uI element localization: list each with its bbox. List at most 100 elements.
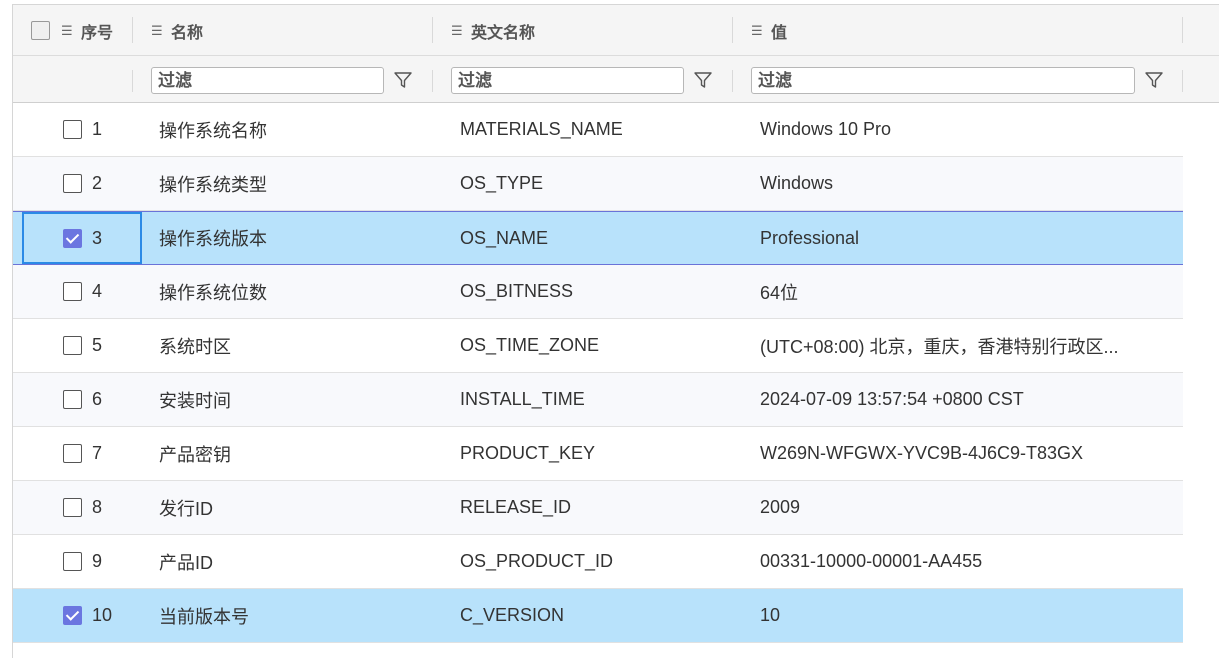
row-checkbox[interactable]: [63, 552, 82, 571]
table-row[interactable]: 5 系统时区 OS_TIME_ZONE (UTC+08:00) 北京，重庆，香港…: [13, 319, 1183, 373]
value-text: (UTC+08:00) 北京，重庆，香港特别行政区...: [760, 336, 1119, 357]
column-menu-icon[interactable]: ☰: [451, 23, 465, 39]
table-row[interactable]: 4 操作系统位数 OS_BITNESS 64位: [13, 265, 1183, 319]
value-text: Windows 10 Pro: [760, 119, 892, 139]
index-cell: 7: [63, 427, 102, 480]
index-cell: 1: [63, 103, 102, 156]
index-cell: 9: [63, 535, 102, 588]
index-cell: 3: [63, 212, 102, 264]
en-name-cell: PRODUCT_KEY: [460, 443, 596, 463]
row-checkbox[interactable]: [63, 390, 82, 409]
column-resizer[interactable]: [732, 17, 733, 43]
grid-header: ☰ 序号 ☰ 名称 ☰ 英文名称 ☰ 值: [13, 5, 1219, 56]
column-resizer[interactable]: [432, 17, 433, 43]
table-row[interactable]: 1 操作系统名称 MATERIALS_NAME Windows 10 Pro: [13, 103, 1183, 157]
table-row[interactable]: 3 操作系统版本 OS_NAME Professional: [13, 211, 1183, 265]
en-name-cell: OS_TYPE: [460, 173, 544, 193]
row-index: 8: [92, 497, 103, 517]
value-cell: Professional: [760, 212, 1180, 264]
value-text: W269N-WFGWX-YVC9B-4J6C9-T83GX: [760, 443, 1084, 463]
row-checkbox[interactable]: [63, 606, 82, 625]
en-name-cell: OS_TIME_ZONE: [460, 335, 600, 355]
filter-funnel-icon[interactable]: [393, 70, 413, 90]
index-cell: 4: [63, 265, 102, 318]
header-name[interactable]: ☰ 名称: [151, 5, 203, 56]
scroll-gutter: [1183, 103, 1219, 658]
column-resizer[interactable]: [1182, 17, 1183, 43]
en-name-filter: [451, 67, 712, 94]
index-cell: 5: [63, 319, 102, 372]
column-resizer[interactable]: [132, 17, 133, 43]
index-cell: 10: [63, 589, 112, 642]
index-cell: 8: [63, 481, 102, 534]
value-cell: 64位: [760, 265, 1180, 318]
row-checkbox[interactable]: [63, 228, 82, 248]
filter-funnel-icon[interactable]: [1144, 70, 1164, 90]
header-en-name-label: 英文名称: [471, 24, 536, 42]
column-menu-icon[interactable]: ☰: [61, 23, 75, 39]
en-name-cell: OS_NAME: [460, 227, 549, 248]
row-index: 9: [92, 551, 103, 571]
row-index: 6: [92, 389, 103, 409]
table-row[interactable]: 6 安装时间 INSTALL_TIME 2024-07-09 13:57:54 …: [13, 373, 1183, 427]
header-index-label: 序号: [81, 24, 114, 42]
header-name-label: 名称: [171, 24, 204, 42]
select-all-checkbox[interactable]: [31, 21, 50, 40]
row-index: 2: [92, 173, 103, 193]
name-cell: 发行ID: [159, 498, 213, 519]
value-text: 10: [760, 605, 781, 625]
value-text: 2024-07-09 13:57:54 +0800 CST: [760, 389, 1024, 409]
name-cell: 操作系统版本: [159, 229, 267, 249]
table-row[interactable]: 9 产品ID OS_PRODUCT_ID 00331-10000-00001-A…: [13, 535, 1183, 589]
filter-separator: [1182, 70, 1183, 92]
name-cell: 产品ID: [159, 552, 213, 573]
value-cell: 2024-07-09 13:57:54 +0800 CST: [760, 373, 1180, 426]
value-cell: Windows 10 Pro: [760, 103, 1180, 156]
row-checkbox[interactable]: [63, 336, 82, 355]
en-name-cell: C_VERSION: [460, 605, 565, 625]
value-filter-input[interactable]: [751, 67, 1135, 94]
value-cell: (UTC+08:00) 北京，重庆，香港特别行政区...: [760, 319, 1180, 372]
filter-row: [13, 56, 1219, 103]
en-name-cell: INSTALL_TIME: [460, 389, 585, 409]
row-index: 1: [92, 119, 103, 139]
table-row[interactable]: 8 发行ID RELEASE_ID 2009: [13, 481, 1183, 535]
en-name-filter-input[interactable]: [451, 67, 684, 94]
column-menu-icon[interactable]: ☰: [151, 23, 165, 39]
table-row[interactable]: 10 当前版本号 C_VERSION 10: [13, 589, 1183, 643]
row-checkbox[interactable]: [63, 282, 82, 301]
index-cell: 2: [63, 157, 102, 210]
data-grid: ☰ 序号 ☰ 名称 ☰ 英文名称 ☰ 值 过滤 过滤 过滤 1 操作系统名称 M…: [12, 4, 1219, 658]
row-checkbox[interactable]: [63, 444, 82, 463]
name-cell: 操作系统类型: [159, 174, 267, 195]
filter-funnel-icon[interactable]: [693, 70, 713, 90]
table-row[interactable]: 7 产品密钥 PRODUCT_KEY W269N-WFGWX-YVC9B-4J6…: [13, 427, 1183, 481]
table-row[interactable]: 2 操作系统类型 OS_TYPE Windows: [13, 157, 1183, 211]
select-all-cell[interactable]: [31, 5, 50, 56]
row-index: 7: [92, 443, 103, 463]
filter-separator: [432, 70, 433, 92]
header-index[interactable]: ☰ 序号: [61, 5, 113, 56]
en-name-cell: OS_BITNESS: [460, 281, 574, 301]
row-index: 3: [92, 227, 103, 248]
row-index: 10: [92, 605, 113, 625]
en-name-cell: OS_PRODUCT_ID: [460, 551, 614, 571]
row-checkbox[interactable]: [63, 498, 82, 517]
value-text: Professional: [760, 227, 860, 248]
name-cell: 操作系统名称: [159, 120, 267, 141]
name-filter-input[interactable]: [151, 67, 384, 94]
header-en-name[interactable]: ☰ 英文名称: [451, 5, 535, 56]
name-cell: 安装时间: [159, 390, 231, 411]
en-name-cell: MATERIALS_NAME: [460, 119, 623, 139]
value-cell: Windows: [760, 157, 1180, 210]
value-text: Windows: [760, 173, 834, 193]
header-value[interactable]: ☰ 值: [751, 5, 787, 56]
en-name-cell: RELEASE_ID: [460, 497, 572, 517]
value-filter: [751, 67, 1163, 94]
row-checkbox[interactable]: [63, 120, 82, 139]
name-cell: 系统时区: [159, 336, 231, 357]
value-cell: 10: [760, 589, 1180, 642]
name-cell: 产品密钥: [159, 444, 231, 465]
column-menu-icon[interactable]: ☰: [751, 23, 765, 39]
row-checkbox[interactable]: [63, 174, 82, 193]
